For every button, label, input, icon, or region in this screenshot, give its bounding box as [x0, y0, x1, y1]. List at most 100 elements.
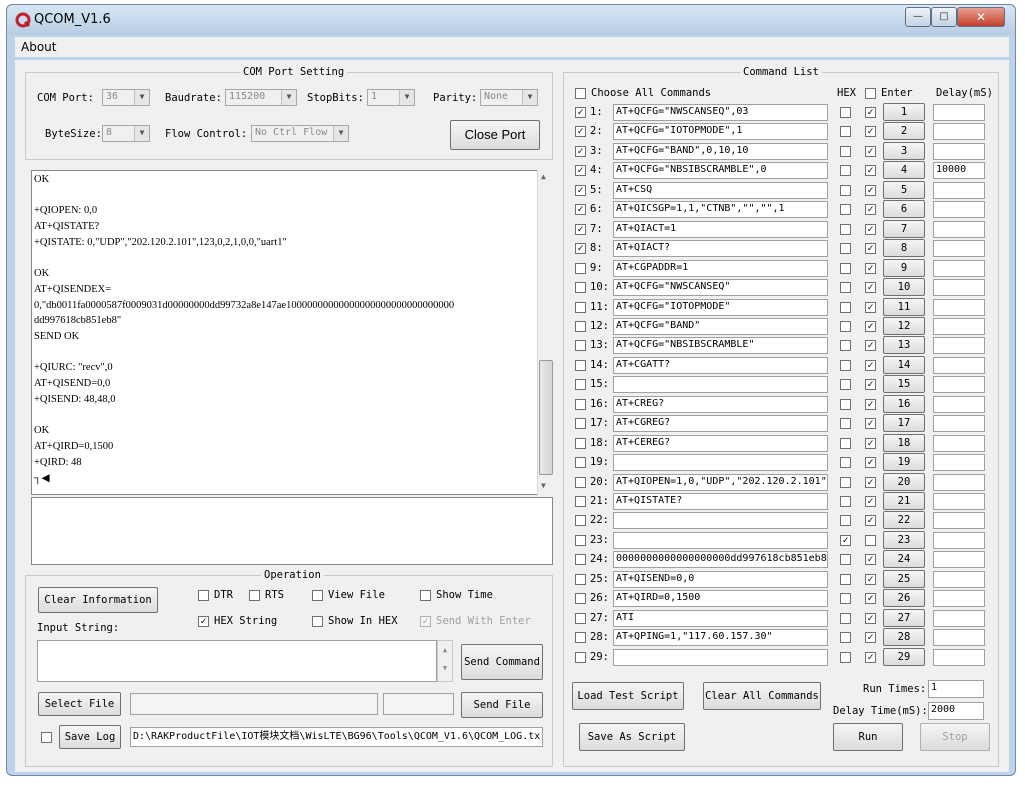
- command-send-button[interactable]: 13: [883, 336, 925, 354]
- clear-all-commands-button[interactable]: Clear All Commands: [703, 682, 821, 710]
- command-input[interactable]: AT+CGATT?: [613, 357, 828, 374]
- command-delay-input[interactable]: [933, 123, 985, 140]
- command-input[interactable]: [613, 512, 828, 529]
- command-select-checkbox[interactable]: [575, 263, 586, 274]
- command-delay-input[interactable]: [933, 396, 985, 413]
- command-send-button[interactable]: 15: [883, 375, 925, 393]
- command-enter-checkbox[interactable]: [865, 574, 876, 585]
- command-hex-checkbox[interactable]: [840, 185, 851, 196]
- command-enter-checkbox[interactable]: [865, 302, 876, 313]
- command-input[interactable]: [613, 376, 828, 393]
- command-enter-checkbox[interactable]: [865, 399, 876, 410]
- command-select-checkbox[interactable]: [575, 204, 586, 215]
- command-hex-checkbox[interactable]: [840, 243, 851, 254]
- command-hex-checkbox[interactable]: [840, 302, 851, 313]
- rts-checkbox[interactable]: [249, 590, 260, 601]
- command-delay-input[interactable]: [933, 143, 985, 160]
- load-test-script-button[interactable]: Load Test Script: [572, 682, 684, 710]
- command-send-button[interactable]: 22: [883, 511, 925, 529]
- send-file-button[interactable]: Send File: [461, 692, 543, 718]
- command-send-button[interactable]: 26: [883, 589, 925, 607]
- command-enter-checkbox[interactable]: [865, 554, 876, 565]
- command-hex-checkbox[interactable]: [840, 321, 851, 332]
- command-delay-input[interactable]: [933, 532, 985, 549]
- command-send-button[interactable]: 20: [883, 473, 925, 491]
- command-input[interactable]: AT+QICSGP=1,1,"CTNB","","",1: [613, 201, 828, 218]
- command-input[interactable]: AT+CEREG?: [613, 435, 828, 452]
- command-input[interactable]: AT+CGPADDR=1: [613, 260, 828, 277]
- command-enter-checkbox[interactable]: [865, 204, 876, 215]
- minimize-button[interactable]: —: [905, 7, 931, 27]
- command-select-checkbox[interactable]: [575, 321, 586, 332]
- command-send-button[interactable]: 6: [883, 200, 925, 218]
- send-command-button[interactable]: Send Command: [461, 644, 543, 680]
- command-select-checkbox[interactable]: [575, 574, 586, 585]
- command-delay-input[interactable]: [933, 571, 985, 588]
- receive-log[interactable]: OK +QIOPEN: 0,0 AT+QISTATE? +QISTATE: 0,"UD…: [31, 170, 553, 495]
- command-delay-input[interactable]: [933, 201, 985, 218]
- command-input[interactable]: AT+QIRD=0,1500: [613, 590, 828, 607]
- command-hex-checkbox[interactable]: [840, 360, 851, 371]
- command-hex-checkbox[interactable]: [840, 204, 851, 215]
- command-input[interactable]: AT+QCFG="IOTOPMODE",1: [613, 123, 828, 140]
- command-input[interactable]: AT+QCFG="NWSCANSEQ": [613, 279, 828, 296]
- command-select-checkbox[interactable]: [575, 477, 586, 488]
- command-send-button[interactable]: 18: [883, 434, 925, 452]
- command-select-checkbox[interactable]: [575, 613, 586, 624]
- send-with-enter-checkbox[interactable]: [420, 616, 431, 627]
- command-enter-checkbox[interactable]: [865, 457, 876, 468]
- command-hex-checkbox[interactable]: [840, 340, 851, 351]
- command-select-checkbox[interactable]: [575, 146, 586, 157]
- command-hex-checkbox[interactable]: [840, 126, 851, 137]
- log-scrollbar[interactable]: ▲ ▼: [537, 170, 554, 495]
- command-input[interactable]: AT+QCFG="IOTOPMODE": [613, 299, 828, 316]
- command-select-checkbox[interactable]: [575, 165, 586, 176]
- command-select-checkbox[interactable]: [575, 652, 586, 663]
- command-hex-checkbox[interactable]: [840, 379, 851, 390]
- enter-all-checkbox[interactable]: [865, 88, 876, 99]
- command-send-button[interactable]: 16: [883, 395, 925, 413]
- command-input[interactable]: AT+QCFG="NBSIBSCRAMBLE",0: [613, 162, 828, 179]
- command-input[interactable]: AT+CSQ: [613, 182, 828, 199]
- command-enter-checkbox[interactable]: [865, 496, 876, 507]
- command-delay-input[interactable]: [933, 435, 985, 452]
- save-log-checkbox[interactable]: [41, 732, 52, 743]
- parity-select[interactable]: None ▼: [480, 89, 538, 106]
- command-send-button[interactable]: 23: [883, 531, 925, 549]
- command-hex-checkbox[interactable]: [840, 554, 851, 565]
- command-enter-checkbox[interactable]: [865, 438, 876, 449]
- command-send-button[interactable]: 3: [883, 142, 925, 160]
- command-delay-input[interactable]: 10000: [933, 162, 985, 179]
- command-select-checkbox[interactable]: [575, 282, 586, 293]
- command-enter-checkbox[interactable]: [865, 652, 876, 663]
- command-input[interactable]: [613, 649, 828, 666]
- command-send-button[interactable]: 9: [883, 259, 925, 277]
- clear-information-button[interactable]: Clear Information: [38, 587, 158, 613]
- command-hex-checkbox[interactable]: [840, 146, 851, 157]
- command-send-button[interactable]: 10: [883, 278, 925, 296]
- scroll-thumb[interactable]: [539, 360, 553, 475]
- command-enter-checkbox[interactable]: [865, 321, 876, 332]
- command-select-checkbox[interactable]: [575, 438, 586, 449]
- command-enter-checkbox[interactable]: [865, 185, 876, 196]
- command-select-checkbox[interactable]: [575, 360, 586, 371]
- input-scrollbar[interactable]: ▲ ▼: [437, 640, 453, 682]
- command-enter-checkbox[interactable]: [865, 515, 876, 526]
- command-delay-input[interactable]: [933, 104, 985, 121]
- command-input[interactable]: AT+QIACT?: [613, 240, 828, 257]
- command-delay-input[interactable]: [933, 182, 985, 199]
- command-enter-checkbox[interactable]: [865, 535, 876, 546]
- command-enter-checkbox[interactable]: [865, 263, 876, 274]
- input-string-field[interactable]: [37, 640, 437, 682]
- command-send-button[interactable]: 17: [883, 414, 925, 432]
- hex-string-checkbox[interactable]: [198, 616, 209, 627]
- scroll-down-icon[interactable]: ▼: [541, 481, 546, 490]
- command-hex-checkbox[interactable]: [840, 282, 851, 293]
- command-input[interactable]: AT+QCFG="BAND": [613, 318, 828, 335]
- run-times-field[interactable]: 1: [928, 680, 984, 698]
- command-hex-checkbox[interactable]: [840, 515, 851, 526]
- command-send-button[interactable]: 14: [883, 356, 925, 374]
- command-send-button[interactable]: 21: [883, 492, 925, 510]
- command-send-button[interactable]: 25: [883, 570, 925, 588]
- command-input[interactable]: [613, 532, 828, 549]
